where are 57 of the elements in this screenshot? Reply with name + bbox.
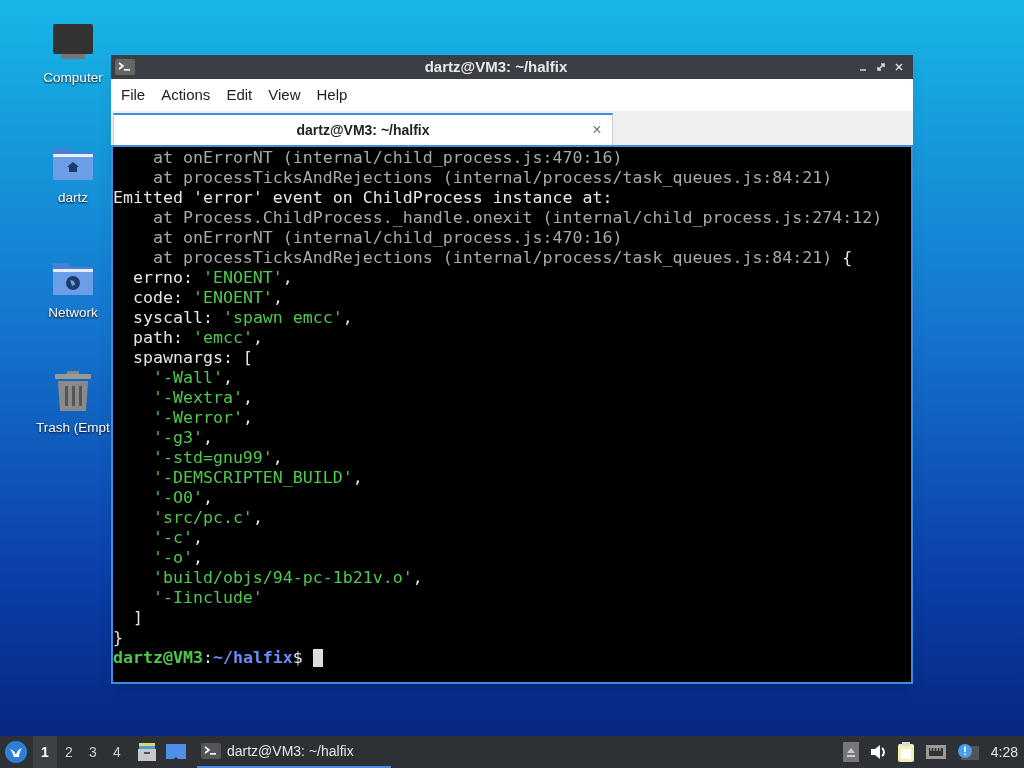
start-menu-logo-icon[interactable] xyxy=(5,741,27,763)
workspace-button[interactable]: 3 xyxy=(81,736,105,768)
desktop-icon-label[interactable]: dartz xyxy=(58,188,88,209)
terminal-line: code: 'ENOENT', xyxy=(131,288,284,308)
terminal-line: '-O0', xyxy=(151,488,214,508)
workspace-button[interactable]: 2 xyxy=(57,736,81,768)
terminal-line: '-c', xyxy=(151,528,204,548)
menu-item[interactable]: Help xyxy=(310,83,354,107)
maximize-icon[interactable] xyxy=(875,61,887,73)
window-title: dartz@VM3: ~/halfix xyxy=(424,58,568,75)
terminal-line: syscall: 'spawn emcc', xyxy=(131,308,354,328)
terminal-line: '-Wextra', xyxy=(151,388,254,408)
terminal-line: '-std=gnu99', xyxy=(151,448,284,468)
tab-close-button[interactable]: × xyxy=(582,118,612,142)
prompt-text: dartz@VM3:~/halfix$ xyxy=(113,648,303,668)
file-cabinet-icon[interactable] xyxy=(137,742,157,762)
network-port-icon[interactable] xyxy=(924,743,947,761)
terminal-line: at onErrorNT (internal/child_process.js:470:16) xyxy=(151,228,624,248)
terminal-line: '-Wall', xyxy=(151,368,234,388)
terminal-icon xyxy=(115,59,135,75)
terminal-line: errno: 'ENOENT', xyxy=(131,268,294,288)
terminal-line: '-Iinclude' xyxy=(151,588,264,608)
clipboard-icon[interactable] xyxy=(896,741,915,763)
close-icon[interactable] xyxy=(893,61,905,73)
terminal-line: 'src/pc.c', xyxy=(151,508,264,528)
menu-item[interactable]: Actions xyxy=(155,83,217,107)
terminal-line: '-DEMSCRIPTEN_BUILD', xyxy=(151,468,364,488)
terminal-line: '-Werror', xyxy=(151,408,254,428)
desktop-icon-label[interactable]: Trash (Empt xyxy=(36,418,110,439)
terminal-line: 'build/objs/94-pc-1b21v.o', xyxy=(151,568,424,588)
menu-item[interactable]: View xyxy=(262,83,307,107)
workspace-button[interactable]: 4 xyxy=(105,736,129,768)
terminal-line: at Process.ChildProcess._handle.onexit (internal/child_process.js:274:12) xyxy=(151,208,884,228)
desktop-icon[interactable] xyxy=(165,743,187,761)
terminal-line: '-g3', xyxy=(151,428,214,448)
speaker-icon[interactable] xyxy=(868,743,887,761)
terminal-line: Emitted 'error' event on ChildProcess instance at: xyxy=(113,188,614,208)
terminal-line: '-o', xyxy=(151,548,204,568)
terminal-line: } xyxy=(113,628,124,648)
clock[interactable]: 4:28 xyxy=(990,741,1018,763)
terminal-icon xyxy=(201,743,221,759)
terminal-line: ] xyxy=(131,608,144,628)
notification-alert-icon[interactable] xyxy=(956,743,979,761)
eject-icon[interactable] xyxy=(842,742,859,762)
text-cursor xyxy=(312,649,323,667)
terminal-line: at processTicksAndRejections (internal/process/task_queues.js:84:21) xyxy=(151,168,834,188)
computer-icon[interactable] xyxy=(52,22,94,62)
terminal-line: path: 'emcc', xyxy=(131,328,264,348)
terminal-tab[interactable]: dartz@VM3: ~/halfix × xyxy=(113,113,613,145)
terminal-line: at onErrorNT (internal/child_process.js:470:16) xyxy=(151,148,624,168)
terminal-line: spawnargs: [ xyxy=(131,348,254,368)
desktop-icon-label[interactable]: Network xyxy=(48,303,98,324)
workspace-button[interactable]: 1 xyxy=(33,736,57,768)
menu-item[interactable]: File xyxy=(115,83,152,107)
trash-icon[interactable] xyxy=(54,370,92,412)
menu-item[interactable]: Edit xyxy=(220,83,259,107)
terminal-line: at processTicksAndRejections (internal/process/task_queues.js:84:21) { xyxy=(151,248,854,268)
